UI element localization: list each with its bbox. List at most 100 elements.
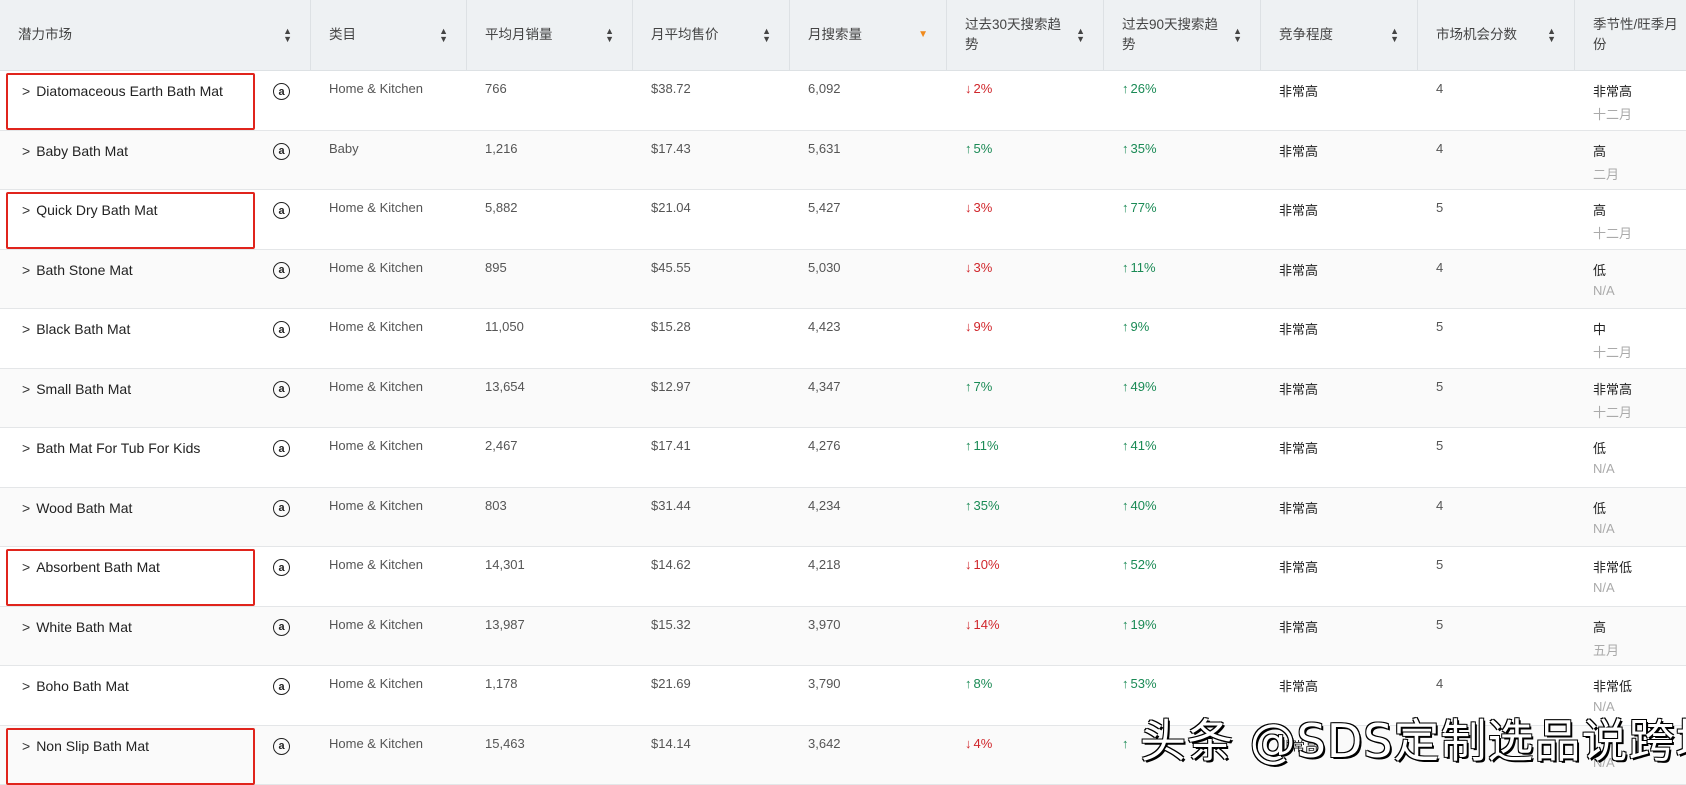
opportunity-score-cell: 4 <box>1418 250 1575 309</box>
chevron-right-icon[interactable]: > <box>22 619 30 666</box>
seasonality-level: 非常低 <box>1593 557 1676 576</box>
category-cell: Home & Kitchen <box>311 488 467 547</box>
market-name-cell[interactable]: >Small Bath Mat a <box>0 369 311 428</box>
trend-value: 3% <box>974 260 993 275</box>
sort-icon[interactable]: ▲▼ <box>439 27 448 43</box>
avg-price-cell: $12.97 <box>633 369 790 428</box>
trend-30d-cell: ↓4% <box>947 726 1104 785</box>
avg-price-cell: $17.41 <box>633 428 790 487</box>
column-header[interactable]: 市场机会分数▲▼ <box>1418 0 1575 70</box>
column-header[interactable]: 月搜索量▼ <box>790 0 947 70</box>
trend-value: 49% <box>1131 379 1157 394</box>
category-cell: Home & Kitchen <box>311 71 467 130</box>
trend-90d-cell: ↑9% <box>1104 309 1261 368</box>
sort-icon[interactable]: ▲▼ <box>1390 27 1399 43</box>
competition-cell: 非常高 <box>1261 190 1418 249</box>
chevron-right-icon[interactable]: > <box>22 143 30 190</box>
chevron-right-icon[interactable]: > <box>22 559 30 606</box>
market-name-cell[interactable]: >Black Bath Mata <box>0 309 311 368</box>
avg-price-cell: $15.32 <box>633 607 790 666</box>
seasonality-cell: 中十二月 <box>1575 309 1686 368</box>
market-name-cell[interactable]: >Diatomaceous Earth Bath Mata <box>0 71 311 130</box>
market-name-cell[interactable]: >White Bath Mata <box>0 607 311 666</box>
category-cell: Home & Kitchen <box>311 190 467 249</box>
market-name[interactable]: Baby Bath Mat <box>36 143 128 190</box>
market-name-cell[interactable]: >Non Slip Bath Mata <box>0 726 311 785</box>
sort-desc-icon[interactable]: ▼ <box>918 31 928 39</box>
seasonality-level: 非常高 <box>1593 379 1676 398</box>
chevron-right-icon[interactable]: > <box>22 381 30 428</box>
trend-90d-cell: ↑52% <box>1104 547 1261 606</box>
trend-30d-cell: ↑5% <box>947 131 1104 190</box>
sort-icon[interactable]: ▲▼ <box>283 27 292 43</box>
trend-30d-cell: ↓10% <box>947 547 1104 606</box>
column-header[interactable]: 潜力市场 ▲▼ <box>0 0 311 70</box>
table-row[interactable]: >Bath Mat For Tub For KidsaHome & Kitche… <box>0 428 1686 488</box>
market-name-cell[interactable]: >Quick Dry Bath Mata <box>0 190 311 249</box>
trend-value: 9% <box>974 319 993 334</box>
avg-price-cell: $45.55 <box>633 250 790 309</box>
market-name[interactable]: Non Slip Bath Mat <box>36 738 149 785</box>
market-name-cell[interactable]: >Bath Stone Mata <box>0 250 311 309</box>
chevron-right-icon[interactable]: > <box>22 440 30 487</box>
column-header[interactable]: 过去30天搜索趋势▲▼ <box>947 0 1104 70</box>
monthly-search-cell: 4,347 <box>790 369 947 428</box>
column-header[interactable]: 类目▲▼ <box>311 0 467 70</box>
market-name-cell[interactable]: >Absorbent Bath Mata <box>0 547 311 606</box>
market-name-cell[interactable]: >Boho Bath Mata <box>0 666 311 725</box>
arrow-up-icon: ↑ <box>965 141 972 156</box>
table-row[interactable]: >Diatomaceous Earth Bath MataHome & Kitc… <box>0 71 1686 131</box>
table-body: >Diatomaceous Earth Bath MataHome & Kitc… <box>0 71 1686 785</box>
table-row[interactable]: >Absorbent Bath MataHome & Kitchen14,301… <box>0 547 1686 607</box>
market-name[interactable]: Bath Mat For Tub For Kids <box>36 440 200 487</box>
market-name[interactable]: Black Bath Mat <box>36 321 130 368</box>
table-row[interactable]: >Bath Stone MataHome & Kitchen895$45.555… <box>0 250 1686 310</box>
chevron-right-icon[interactable]: > <box>22 321 30 368</box>
sort-icon[interactable]: ▲▼ <box>605 27 614 43</box>
market-name[interactable]: Absorbent Bath Mat <box>36 559 160 606</box>
market-name-cell[interactable]: >Wood Bath Mata <box>0 488 311 547</box>
chevron-right-icon[interactable]: > <box>22 678 30 725</box>
chevron-right-icon[interactable]: > <box>22 262 30 309</box>
column-header[interactable]: 季节性/旺季月份 <box>1575 0 1686 70</box>
column-header[interactable]: 月平均售价▲▼ <box>633 0 790 70</box>
sort-icon[interactable]: ▲▼ <box>762 27 771 43</box>
seasonality-level: 非常低 <box>1593 676 1676 695</box>
amazon-icon: a <box>273 381 290 398</box>
table-row[interactable]: >Black Bath MataHome & Kitchen11,050$15.… <box>0 309 1686 369</box>
table-row[interactable]: >Wood Bath MataHome & Kitchen803$31.444,… <box>0 488 1686 548</box>
trend-value: 11% <box>1131 260 1156 275</box>
market-name[interactable]: Quick Dry Bath Mat <box>36 202 157 249</box>
market-name[interactable]: Bath Stone Mat <box>36 262 133 309</box>
column-header-label: 潜力市场 <box>18 25 72 45</box>
arrow-down-icon: ↓ <box>965 260 972 275</box>
chevron-right-icon[interactable]: > <box>22 202 30 249</box>
table-row[interactable]: >White Bath MataHome & Kitchen13,987$15.… <box>0 607 1686 667</box>
sort-icon[interactable]: ▲▼ <box>1076 27 1085 43</box>
market-name[interactable]: Diatomaceous Earth Bath Mat <box>36 83 223 130</box>
market-name-cell[interactable]: >Bath Mat For Tub For Kidsa <box>0 428 311 487</box>
category-cell: Home & Kitchen <box>311 666 467 725</box>
column-header[interactable]: 竞争程度▲▼ <box>1261 0 1418 70</box>
chevron-right-icon[interactable]: > <box>22 500 30 547</box>
trend-30d-cell: ↑7% <box>947 369 1104 428</box>
table-row[interactable]: >Small Bath MataHome & Kitchen13,654$12.… <box>0 369 1686 429</box>
market-name-cell[interactable]: >Baby Bath Mata <box>0 131 311 190</box>
sort-icon[interactable]: ▲▼ <box>1547 27 1556 43</box>
market-name[interactable]: Small Bath Mat <box>36 381 131 428</box>
market-name[interactable]: Wood Bath Mat <box>36 500 132 547</box>
market-name[interactable]: White Bath Mat <box>36 619 132 666</box>
avg-price-cell: $15.28 <box>633 309 790 368</box>
chevron-right-icon[interactable]: > <box>22 83 30 130</box>
column-header[interactable]: 平均月销量▲▼ <box>467 0 633 70</box>
column-header[interactable]: 过去90天搜索趋势▲▼ <box>1104 0 1261 70</box>
market-name[interactable]: Boho Bath Mat <box>36 678 129 725</box>
peak-month: 二月 <box>1593 164 1676 183</box>
table-row[interactable]: >Quick Dry Bath MataHome & Kitchen5,882$… <box>0 190 1686 250</box>
opportunity-score-cell: 5 <box>1418 547 1575 606</box>
trend-value: 5% <box>974 141 993 156</box>
table-row[interactable]: >Baby Bath MataBaby1,216$17.435,631↑5%↑3… <box>0 131 1686 191</box>
chevron-right-icon[interactable]: > <box>22 738 30 785</box>
opportunity-score-cell: 5 <box>1418 607 1575 666</box>
sort-icon[interactable]: ▲▼ <box>1233 27 1242 43</box>
